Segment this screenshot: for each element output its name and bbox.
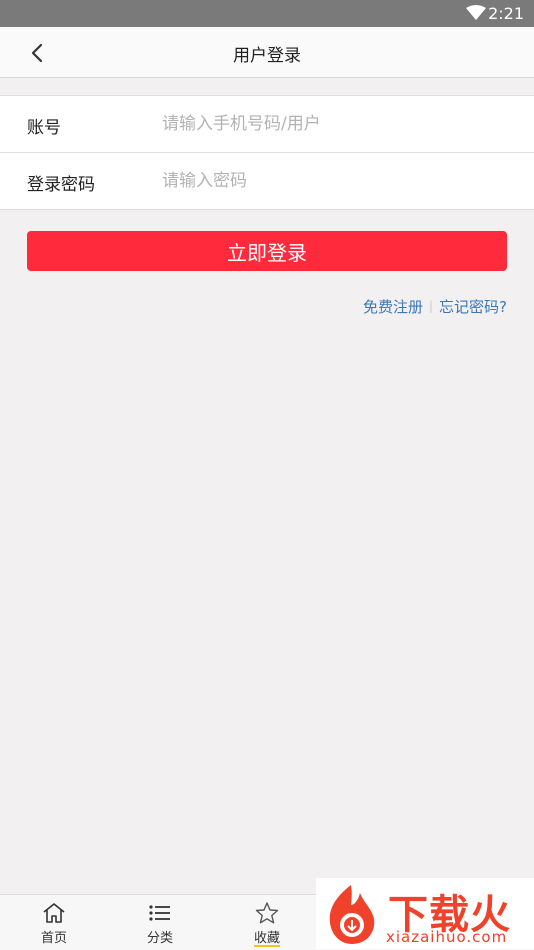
register-link[interactable]: 免费注册 [363,298,423,316]
tab-category-label: 分类 [146,931,173,946]
active-tab-indicator [254,945,280,947]
link-separator: | [428,299,434,313]
password-row: 登录密码 [0,153,534,209]
tab-category[interactable]: 分类 [120,895,200,950]
tab-favorites-label: 收藏 [253,931,280,946]
tab-home[interactable]: 首页 [14,895,94,950]
status-bar: 2:21 [0,0,534,27]
account-row: 账号 [0,96,534,152]
password-input[interactable] [162,165,502,197]
fire-logo-icon [329,885,375,944]
account-label: 账号 [27,118,61,138]
account-input[interactable] [162,108,502,140]
watermark-url: xiazaihuo.com [386,928,508,946]
account-links: 免费注册 | 忘记密码? [363,296,507,317]
status-time: 2:21 [488,4,524,23]
forgot-password-link[interactable]: 忘记密码? [439,298,507,316]
tab-favorites[interactable]: 收藏 [227,895,307,950]
home-icon [43,903,65,923]
login-form: 账号 登录密码 [0,95,534,210]
wifi-icon [466,5,486,20]
list-icon [149,905,170,921]
star-icon [255,902,279,924]
page-title: 用户登录 [233,46,301,66]
password-label: 登录密码 [27,175,95,195]
tab-home-label: 首页 [40,931,67,946]
login-button[interactable]: 立即登录 [27,231,507,271]
header: 用户登录 [0,27,534,78]
watermark: 下载火 xiazaihuo.com [316,878,534,949]
